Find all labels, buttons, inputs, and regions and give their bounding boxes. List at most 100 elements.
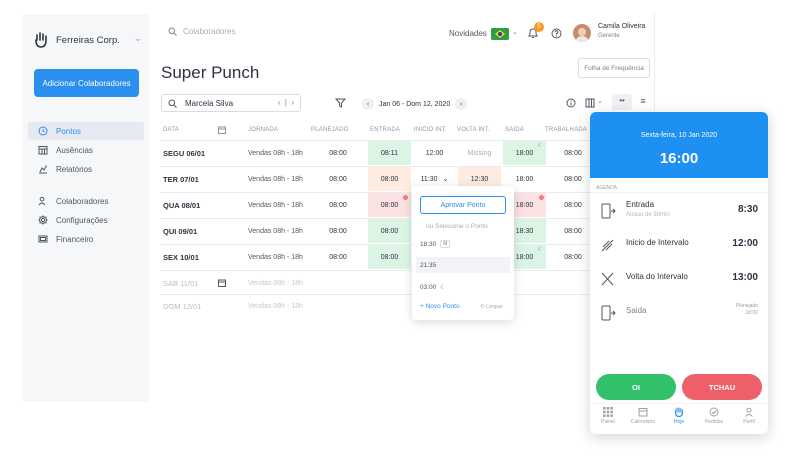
row-entrada[interactable]: 08:00 (368, 167, 411, 191)
sidebar-item-label: Financeiro (56, 234, 94, 244)
agenda-item[interactable]: Volta do Intervalo 13:00 (590, 262, 768, 298)
row-inicio: 11:30 (420, 175, 438, 183)
col-header-saida: SAIDA (505, 127, 525, 133)
col-header-jornada: JORNADA (248, 127, 279, 133)
row-inicio[interactable]: 12:00 (413, 141, 456, 165)
row-volta-missing[interactable]: Missing (458, 141, 501, 165)
oi-button[interactable]: OI (596, 374, 676, 400)
info-icon[interactable] (566, 98, 576, 108)
calendar-icon[interactable] (218, 279, 226, 287)
sidebar-item-relatorios[interactable]: Relatórios (28, 160, 144, 178)
row-date: QUA 08/01 (163, 200, 201, 210)
tab-label: Perfil (743, 419, 755, 425)
col-header-entrada: ENTRADA (370, 127, 401, 133)
agenda-item[interactable]: Entrada Atraso de 30min 8:30 (590, 194, 768, 230)
agenda-label: AGENDA (596, 185, 618, 191)
tab-pedidos[interactable]: Pedidos (699, 407, 729, 425)
menu-icon[interactable]: ≡ (634, 94, 652, 110)
add-collaborators-button[interactable]: Adicionar Colaboradores (34, 69, 139, 97)
tab-painel[interactable]: Painel (593, 407, 623, 425)
mobile-date: Sexta-feira, 10 Jan 2020 (640, 132, 718, 139)
employee-selector[interactable]: Marcela Silva ‹ | › (161, 94, 301, 112)
select-hint: ou Selecione o Ponto (426, 223, 488, 230)
col-header-planejado: PLANEJADO (311, 127, 349, 133)
chevron-down-icon: ⌄ (442, 176, 449, 183)
folha-frequencia-button[interactable]: Folha de Frequência (578, 58, 650, 78)
row-trabalhada: 08:00 (564, 201, 582, 209)
collaborator-search[interactable]: Colaboradores (168, 27, 235, 36)
utensils-icon (601, 239, 614, 252)
row-date: SEX 10/01 (163, 252, 199, 262)
mobile-preview: Sexta-feira, 10 Jan 2020 16:00 AGENDA En… (590, 112, 768, 434)
sidebar-item-label: Relatórios (56, 164, 93, 174)
chevron-down-icon[interactable]: ⌄ (512, 28, 518, 36)
sidebar-item-configuracoes[interactable]: Configurações (28, 211, 144, 229)
date-range-picker[interactable]: ‹ Jan 06 - Dom 12, 2020 › (362, 98, 468, 110)
sidebar-item-financeiro[interactable]: Financeiro (28, 230, 144, 248)
agenda-time: 12:00 (732, 238, 758, 249)
row-date: SEGU 06/01 (163, 148, 206, 158)
sidebar-item-pontos[interactable]: Pontos (28, 122, 144, 140)
page-title: Super Punch (161, 63, 260, 82)
employee-nav-arrows[interactable]: ‹ | › (278, 98, 294, 107)
company-switcher[interactable]: Ferreiras Corp. ⌄ (34, 32, 142, 48)
agenda-label: Saida (626, 306, 647, 315)
tchau-button[interactable]: TCHAU (682, 374, 762, 400)
filter-icon[interactable] (335, 98, 346, 108)
punch-option[interactable]: 18:30 M (416, 236, 510, 252)
clear-label: Limpar (486, 304, 503, 310)
date-range-label: Jan 06 - Dom 12, 2020 (379, 100, 451, 108)
divider (160, 294, 590, 295)
columns-icon[interactable] (585, 98, 595, 108)
sidebar-item-colaboradores[interactable]: Colaboradores (28, 192, 144, 210)
punch-option-time: 18:30 (420, 240, 437, 248)
manual-badge: M (440, 240, 451, 248)
col-header-data: DATA (163, 127, 179, 133)
row-planejado: 08:00 (329, 227, 347, 235)
col-header-volta: VOLTA INT. (457, 127, 490, 133)
tab-label: Hoje (673, 419, 685, 425)
tab-label: Calendario (630, 419, 656, 425)
sidebar: Ferreiras Corp. ⌄ Adicionar Colaboradore… (22, 14, 150, 402)
sidebar-item-label: Colaboradores (56, 196, 109, 206)
help-icon[interactable] (551, 28, 562, 39)
view-toggle-dots[interactable]: •• (612, 94, 632, 110)
tab-calendario[interactable]: Calendario (628, 407, 658, 425)
cutlery-icon (601, 272, 614, 286)
row-trabalhada: 08:00 (564, 253, 582, 261)
calendar-icon[interactable] (218, 126, 226, 134)
avatar[interactable] (573, 24, 591, 42)
check-circle-icon (709, 407, 719, 417)
agenda-item[interactable]: Inicio de Intervalo 12:00 (590, 228, 768, 264)
approve-punch-button[interactable]: Aprovar Ponto (420, 196, 506, 214)
row-date: TER 07/01 (163, 174, 199, 184)
punch-option[interactable]: 03:00 ☾ (416, 279, 510, 295)
tab-hoje[interactable]: Hoje (664, 407, 694, 425)
tab-perfil[interactable]: Perfil (734, 407, 764, 425)
hand-icon (674, 407, 684, 417)
punch-option-time: 21:35 (420, 261, 437, 269)
clock-icon (38, 126, 48, 136)
new-punch-link[interactable]: + Novo Ponto (420, 303, 460, 310)
search-placeholder: Colaboradores (183, 27, 236, 36)
punch-option-selected[interactable]: 21:35 (416, 257, 510, 273)
row-entrada[interactable]: 08:00 (368, 219, 411, 243)
tab-label: Pedidos (704, 419, 724, 425)
prev-week-icon[interactable]: ‹ (362, 98, 374, 110)
novidades-link[interactable]: Novidades (449, 29, 487, 38)
row-entrada[interactable]: 08:11 (368, 141, 411, 165)
clear-link[interactable]: ⟲ Limpar (480, 304, 503, 310)
col-header-inicio: INICIO INT. (414, 127, 447, 133)
divider (654, 14, 655, 110)
row-date: QUI 09/01 (163, 226, 198, 236)
chevron-down-icon[interactable]: ⌄ (597, 97, 603, 105)
col-header-trabalhada: TRABALHADA (545, 127, 588, 133)
users-icon (38, 196, 46, 206)
agenda-item[interactable]: Saida Planejado 18:00 (590, 296, 768, 332)
row-entrada[interactable]: 08:00 (368, 245, 411, 269)
agenda-label: Inicio de Intervalo (626, 238, 689, 247)
sidebar-item-ausencias[interactable]: Ausências (28, 141, 144, 159)
brazil-flag-icon[interactable] (491, 28, 509, 40)
agenda-time: 8:30 (737, 204, 758, 215)
next-week-icon[interactable]: › (455, 98, 468, 110)
